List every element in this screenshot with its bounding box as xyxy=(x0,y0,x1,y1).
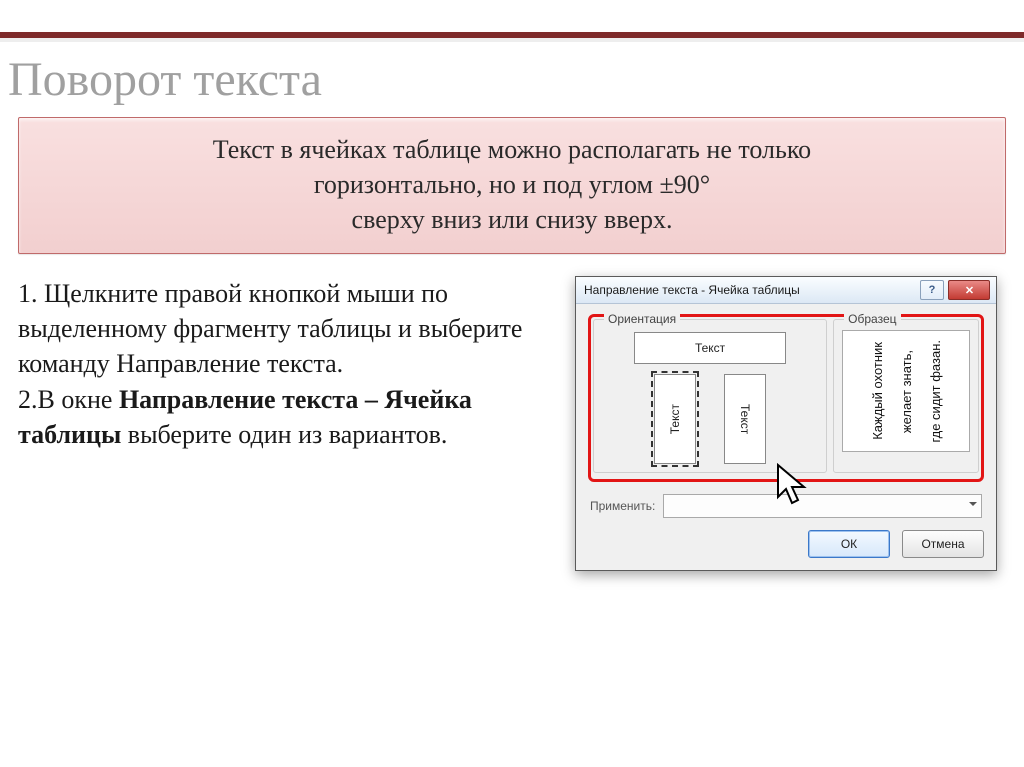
text-direction-dialog: Направление текста - Ячейка таблицы ? ✕ … xyxy=(575,276,997,571)
apply-select[interactable] xyxy=(663,494,982,518)
callout-box: Текст в ячейках таблице можно располагат… xyxy=(18,117,1006,254)
apply-row: Применить: xyxy=(588,492,984,526)
close-icon: ✕ xyxy=(965,284,973,297)
dialog-title: Направление текста - Ячейка таблицы xyxy=(584,283,916,297)
help-button[interactable]: ? xyxy=(920,280,944,300)
sample-line-2: желает знать, xyxy=(899,350,914,433)
dialog-titlebar[interactable]: Направление текста - Ячейка таблицы ? ✕ xyxy=(576,277,996,304)
step-2c: выберите один из вариантов. xyxy=(121,420,447,449)
cancel-label: Отмена xyxy=(921,537,964,551)
help-icon: ? xyxy=(929,284,936,296)
vertical-down-label: Текст xyxy=(738,404,752,434)
dialog-illustration: Направление текста - Ячейка таблицы ? ✕ … xyxy=(566,276,1006,571)
step-1b: команду Направление текста. xyxy=(18,349,343,378)
callout-line: Текст в ячейках таблице можно располагат… xyxy=(31,132,993,167)
slide-accent-bar xyxy=(0,0,1024,38)
sample-label: Образец xyxy=(844,312,900,326)
vertical-up-label: Текст xyxy=(668,404,682,434)
step-1a: 1. Щелкните правой кнопкой мыши по выдел… xyxy=(18,279,522,343)
sample-line-3: где сидит фазан. xyxy=(928,340,943,443)
highlight-frame: Ориентация Текст Текст Текст Образе xyxy=(588,314,984,482)
step-2a: 2.В окне xyxy=(18,385,119,414)
sample-line-1: Каждый охотник xyxy=(870,342,885,440)
orientation-horizontal[interactable]: Текст xyxy=(634,332,786,364)
sample-preview: Каждый охотник желает знать, где сидит ф… xyxy=(842,330,970,452)
ok-label: ОК xyxy=(841,537,857,551)
orientation-label: Ориентация xyxy=(604,312,680,326)
orientation-group: Ориентация Текст Текст Текст xyxy=(593,319,827,473)
callout-line: горизонтально, но и под углом ±90° xyxy=(31,167,993,202)
slide-title: Поворот текста xyxy=(8,52,1024,107)
orientation-vertical-down[interactable]: Текст xyxy=(724,374,766,464)
callout-line: сверху вниз или снизу вверх. xyxy=(31,202,993,237)
sample-group: Образец Каждый охотник желает знать, где… xyxy=(833,319,979,473)
ok-button[interactable]: ОК xyxy=(808,530,890,558)
apply-label: Применить: xyxy=(590,499,655,513)
orientation-vertical-up[interactable]: Текст xyxy=(654,374,696,464)
cancel-button[interactable]: Отмена xyxy=(902,530,984,558)
close-button[interactable]: ✕ xyxy=(948,280,990,300)
instructions-text: 1. Щелкните правой кнопкой мыши по выдел… xyxy=(18,276,548,571)
